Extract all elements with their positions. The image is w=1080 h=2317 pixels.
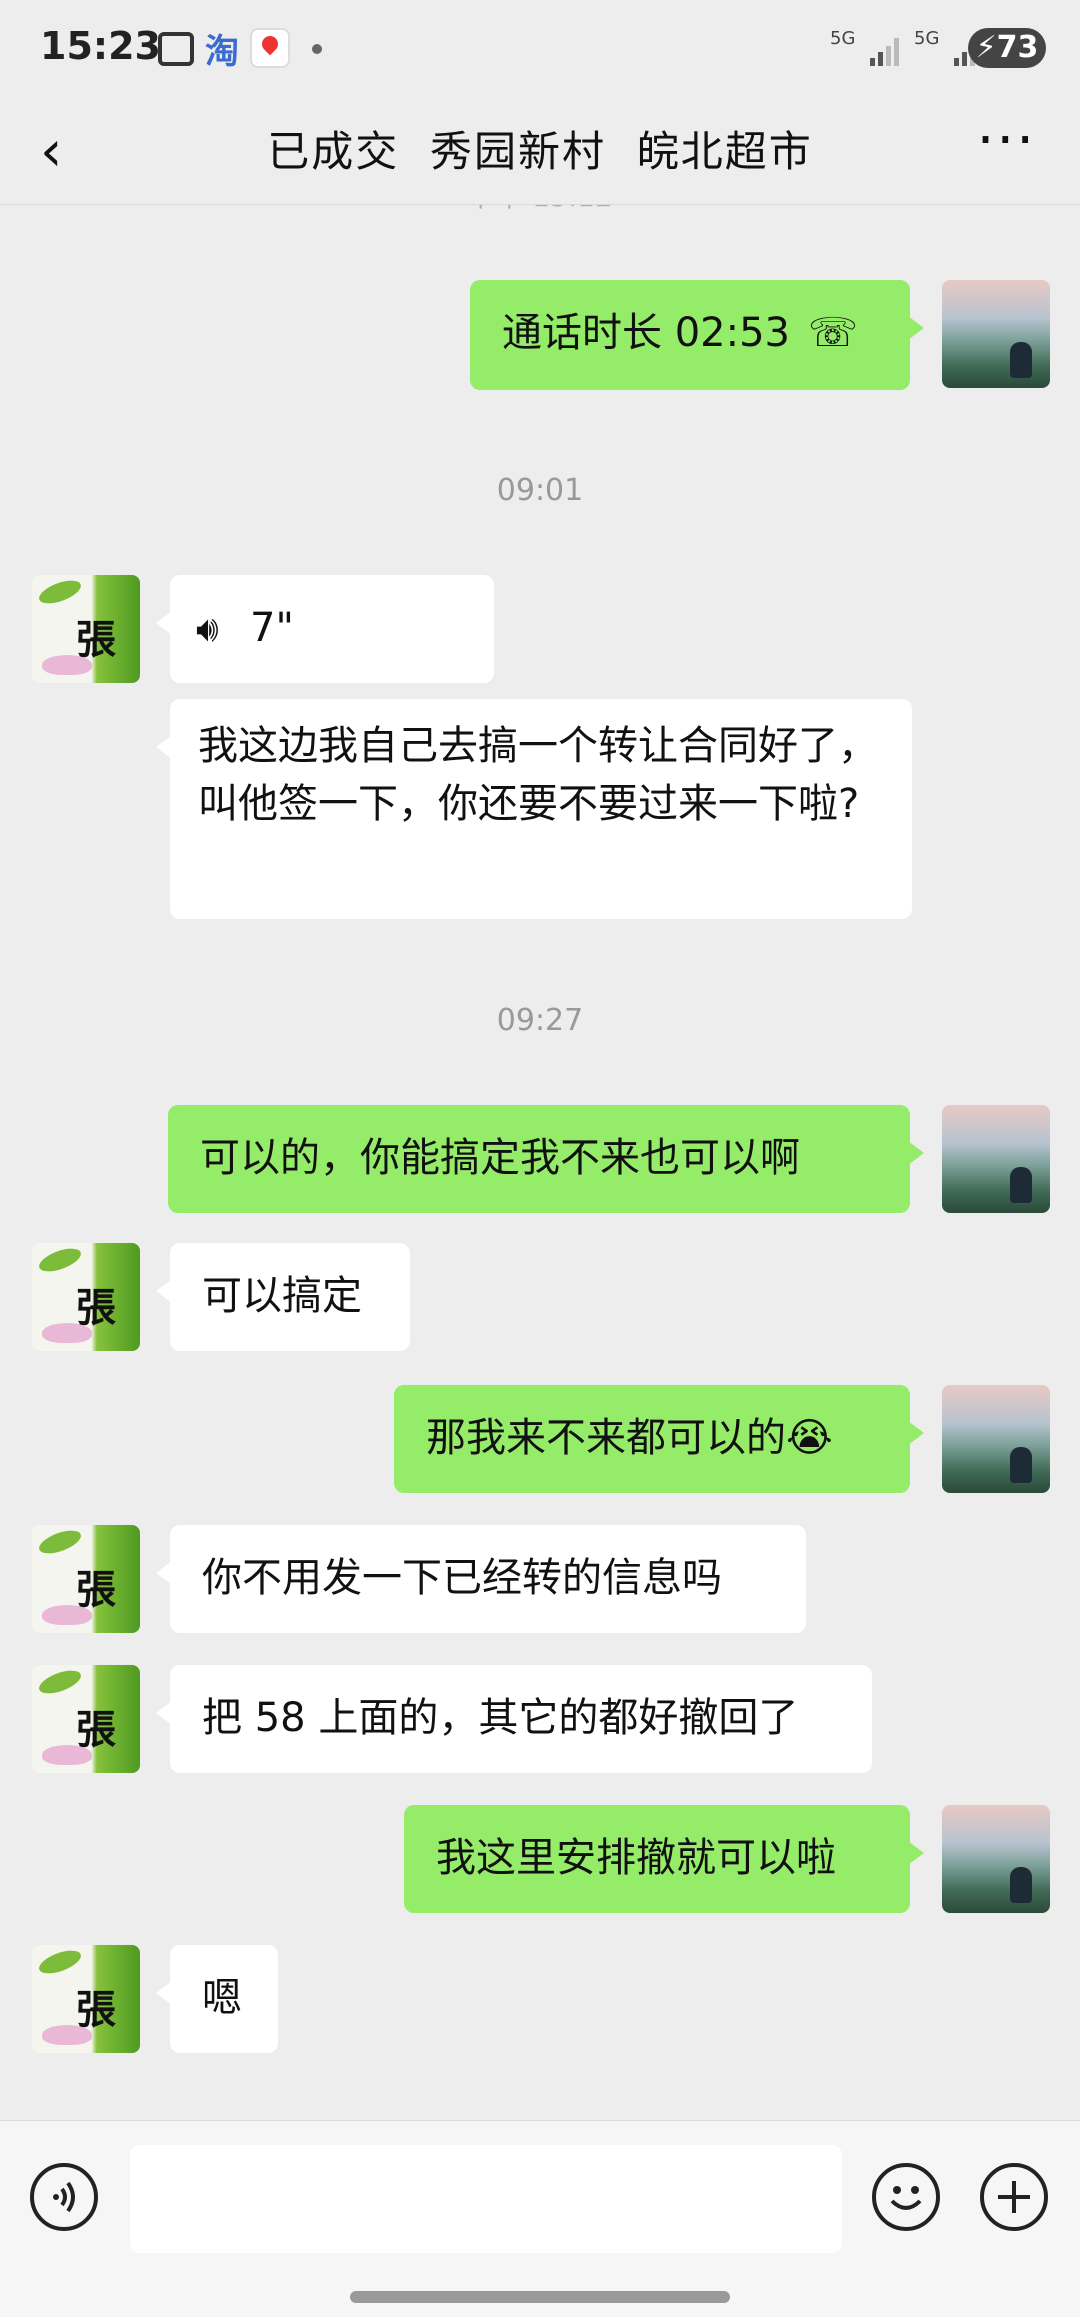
message-bubble-them[interactable]: 可以搞定 bbox=[156, 1243, 410, 1351]
battery-indicator: ⚡73 bbox=[968, 28, 1046, 68]
battery-level: 73 bbox=[996, 30, 1039, 65]
message-bubble-them[interactable]: 嗯 bbox=[156, 1945, 278, 2053]
avatar-leaf-decoration bbox=[36, 1526, 84, 1558]
avatar-leaf-decoration bbox=[36, 576, 84, 608]
my-avatar[interactable] bbox=[942, 1385, 1050, 1493]
voice-input-icon[interactable] bbox=[30, 2163, 98, 2231]
voice-wave-icon: 🔊︎ bbox=[196, 609, 219, 650]
network-type-1: 5G bbox=[830, 28, 856, 49]
timestamp: 09:01 bbox=[496, 473, 584, 508]
chat-title: 已成交 秀园新村 皖北超市 bbox=[267, 127, 813, 176]
phone-hangup-icon: ☏ bbox=[808, 310, 859, 356]
message-list[interactable]: 下午 15:12 通话时长 02:53 ☏ 09:01 張 🔊︎ 7" 我这边我自己… bbox=[0, 205, 1080, 2120]
contact-avatar[interactable]: 張 bbox=[32, 1945, 140, 2053]
message-bubble-me[interactable]: 那我来不来都可以的😭 bbox=[394, 1385, 924, 1493]
message-bubble-me[interactable]: 我这里安排撤就可以啦 bbox=[404, 1805, 924, 1913]
avatar-lotus-decoration bbox=[42, 1605, 92, 1625]
message-bubble-them[interactable]: 把 58 上面的，其它的都好撤回了 bbox=[156, 1665, 872, 1773]
plus-icon[interactable] bbox=[980, 2163, 1048, 2231]
more-options-icon[interactable]: ··· bbox=[977, 108, 1036, 173]
contact-avatar[interactable]: 張 bbox=[32, 575, 140, 683]
message-bubble-them[interactable]: 你不用发一下已经转的信息吗 bbox=[156, 1525, 806, 1633]
message-bubble-contract[interactable]: 我这边我自己去搞一个转让合同好了，叫他签一下，你还要不要过来一下啦? bbox=[156, 699, 912, 919]
taobao-icon: 淘 bbox=[205, 32, 239, 72]
timestamp-partial: 下午 15:12 bbox=[0, 205, 1080, 215]
screenshot-icon bbox=[158, 32, 194, 66]
chat-header: ‹ 已成交 秀园新村 皖北超市 ··· bbox=[0, 100, 1080, 205]
my-avatar[interactable] bbox=[942, 1105, 1050, 1213]
avatar-lotus-decoration bbox=[42, 655, 92, 675]
message-input[interactable] bbox=[130, 2145, 842, 2253]
voice-message-bubble[interactable]: 🔊︎ 7" bbox=[156, 575, 494, 683]
avatar-lotus-decoration bbox=[42, 1323, 92, 1343]
input-bar bbox=[0, 2120, 1080, 2317]
voice-duration: 7" bbox=[250, 605, 294, 651]
my-avatar[interactable] bbox=[942, 280, 1050, 388]
map-app-icon bbox=[250, 28, 290, 68]
call-duration-text: 通话时长 02:53 bbox=[502, 310, 790, 356]
contact-avatar[interactable]: 張 bbox=[32, 1525, 140, 1633]
timestamp: 09:27 bbox=[496, 1003, 584, 1038]
emoji-icon[interactable] bbox=[872, 2163, 940, 2231]
contact-avatar[interactable]: 張 bbox=[32, 1665, 140, 1773]
charging-icon: ⚡ bbox=[975, 30, 997, 65]
avatar-leaf-decoration bbox=[36, 1666, 84, 1698]
home-indicator[interactable] bbox=[350, 2291, 730, 2303]
avatar-leaf-decoration bbox=[36, 1244, 84, 1276]
status-bar: 15:23 淘 5G 5G ⚡73 bbox=[0, 0, 1080, 100]
message-bubble-me[interactable]: 可以的，你能搞定我不来也可以啊 bbox=[168, 1105, 924, 1213]
notification-dot-icon bbox=[312, 44, 322, 54]
network-type-2: 5G bbox=[914, 28, 940, 49]
avatar-lotus-decoration bbox=[42, 2025, 92, 2045]
status-time: 15:23 bbox=[40, 24, 161, 68]
contact-avatar[interactable]: 張 bbox=[32, 1243, 140, 1351]
signal-icon-1 bbox=[870, 36, 904, 66]
call-record-bubble[interactable]: 通话时长 02:53 ☏ bbox=[470, 280, 924, 390]
avatar-lotus-decoration bbox=[42, 1745, 92, 1765]
avatar-leaf-decoration bbox=[36, 1946, 84, 1978]
my-avatar[interactable] bbox=[942, 1805, 1050, 1913]
